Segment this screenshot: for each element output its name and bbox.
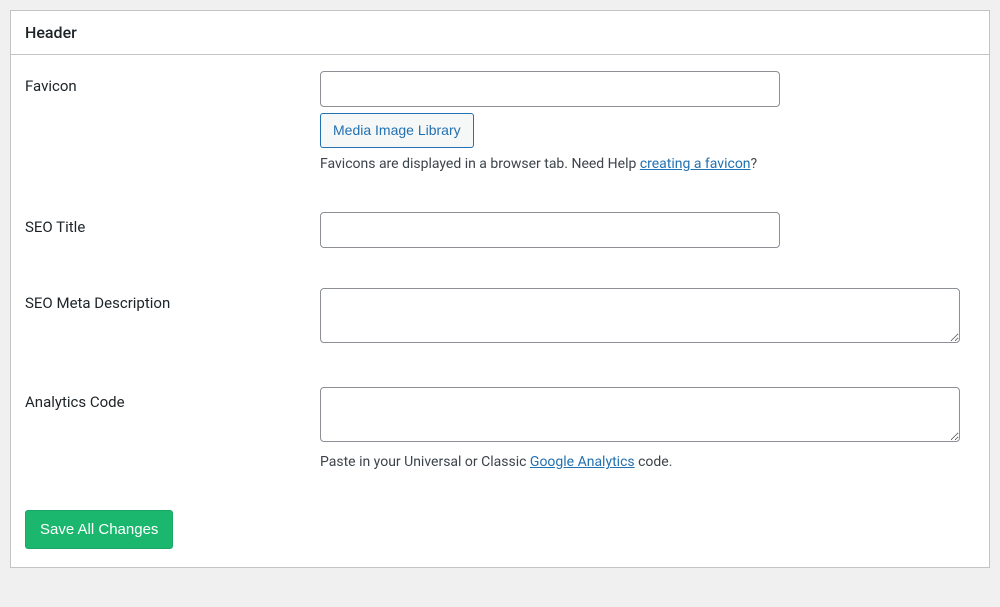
analytics-control: Paste in your Universal or Classic Googl… [320, 387, 975, 470]
analytics-label: Analytics Code [25, 387, 320, 411]
seo-meta-label: SEO Meta Description [25, 288, 320, 312]
favicon-help-link[interactable]: creating a favicon [640, 156, 751, 172]
seo-meta-textarea[interactable] [320, 288, 960, 343]
favicon-control: Media Image Library Favicons are display… [320, 71, 975, 172]
seo-title-row: SEO Title [25, 212, 975, 248]
analytics-help-suffix: code. [635, 454, 673, 470]
favicon-row: Favicon Media Image Library Favicons are… [25, 71, 975, 172]
seo-meta-row: SEO Meta Description [25, 288, 975, 347]
seo-title-control [320, 212, 975, 248]
analytics-help: Paste in your Universal or Classic Googl… [320, 454, 975, 470]
analytics-textarea[interactable] [320, 387, 960, 442]
seo-title-label: SEO Title [25, 212, 320, 236]
settings-panel: Header Favicon Media Image Library Favic… [10, 10, 990, 568]
panel-title: Header [11, 11, 989, 55]
analytics-help-prefix: Paste in your Universal or Classic [320, 454, 530, 470]
favicon-help-suffix: ? [751, 156, 758, 172]
seo-meta-control [320, 288, 975, 347]
analytics-help-link[interactable]: Google Analytics [530, 454, 635, 470]
save-button[interactable]: Save All Changes [25, 510, 173, 549]
favicon-help-prefix: Favicons are displayed in a browser tab.… [320, 156, 640, 172]
favicon-input[interactable] [320, 71, 780, 107]
favicon-help: Favicons are displayed in a browser tab.… [320, 156, 975, 172]
favicon-label: Favicon [25, 71, 320, 95]
seo-title-input[interactable] [320, 212, 780, 248]
analytics-row: Analytics Code Paste in your Universal o… [25, 387, 975, 470]
panel-body: Favicon Media Image Library Favicons are… [11, 55, 989, 567]
media-library-button[interactable]: Media Image Library [320, 113, 474, 148]
